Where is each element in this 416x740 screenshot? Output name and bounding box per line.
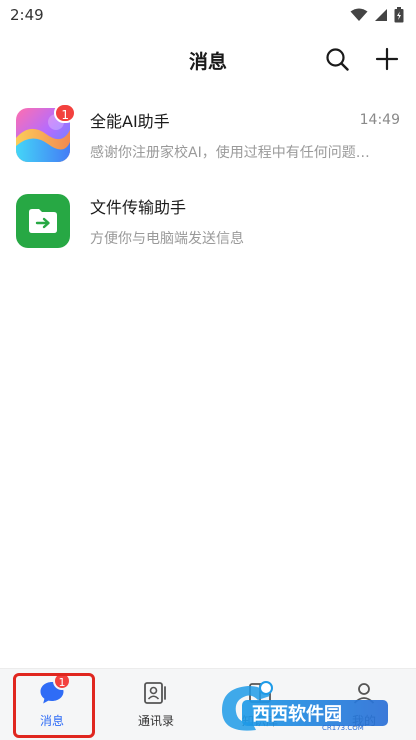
conversation-item-ai-assistant[interactable]: 1 全能AI助手 14:49 感谢你注册家校AI，使用过程中有任何问题…: [0, 92, 416, 178]
tab-messages[interactable]: 1 消息: [0, 669, 104, 740]
conversation-name: 全能AI助手: [90, 112, 170, 131]
avatar: 1: [16, 103, 76, 162]
profile-icon: [351, 680, 377, 706]
conversation-preview: 方便你与电脑端发送信息: [90, 231, 244, 247]
page-title: 消息: [188, 50, 227, 73]
status-time: 2:49: [10, 6, 44, 24]
avatar: [16, 194, 70, 248]
knowledge-icon: [247, 680, 273, 706]
conversation-name: 文件传输助手: [90, 198, 187, 217]
tab-label: 通讯录: [137, 714, 174, 728]
conversation-body: 全能AI助手 14:49 感谢你注册家校AI，使用过程中有任何问题…: [90, 108, 400, 162]
tab-label: 消息: [39, 714, 64, 728]
search-icon: [326, 48, 349, 71]
wifi-icon: [350, 8, 368, 22]
chat-bubble-icon: 1: [39, 672, 71, 706]
tab-contacts[interactable]: 通讯录: [104, 669, 208, 740]
conversation-list: 1 全能AI助手 14:49 感谢你注册家校AI，使用过程中有任何问题… 文件传…: [0, 92, 416, 264]
status-bar: 2:49: [0, 0, 416, 30]
signal-icon: [374, 8, 388, 22]
header-actions: [324, 46, 400, 72]
conversation-time: 14:49: [359, 112, 400, 128]
add-button[interactable]: [374, 46, 400, 72]
unread-badge: 1: [53, 672, 71, 690]
battery-icon: [394, 7, 404, 23]
tab-profile[interactable]: 我的: [312, 669, 416, 740]
header: 消息: [0, 30, 416, 90]
status-icons: [350, 7, 404, 23]
folder-arrow-icon: [16, 194, 70, 248]
bottom-tab-bar: 1 消息 通讯录 知识库 我的: [0, 668, 416, 740]
conversation-body: 文件传输助手 方便你与电脑端发送信息: [90, 194, 400, 248]
tab-label: 知识库: [241, 714, 278, 728]
contacts-icon: [143, 680, 169, 706]
tab-knowledge-base[interactable]: 知识库: [208, 669, 312, 740]
plus-icon: [375, 47, 399, 71]
tab-label: 我的: [351, 714, 376, 728]
unread-badge: 1: [54, 103, 76, 123]
conversation-item-file-transfer[interactable]: 文件传输助手 方便你与电脑端发送信息: [0, 178, 416, 264]
conversation-preview: 感谢你注册家校AI，使用过程中有任何问题…: [90, 145, 370, 161]
search-button[interactable]: [324, 46, 350, 72]
